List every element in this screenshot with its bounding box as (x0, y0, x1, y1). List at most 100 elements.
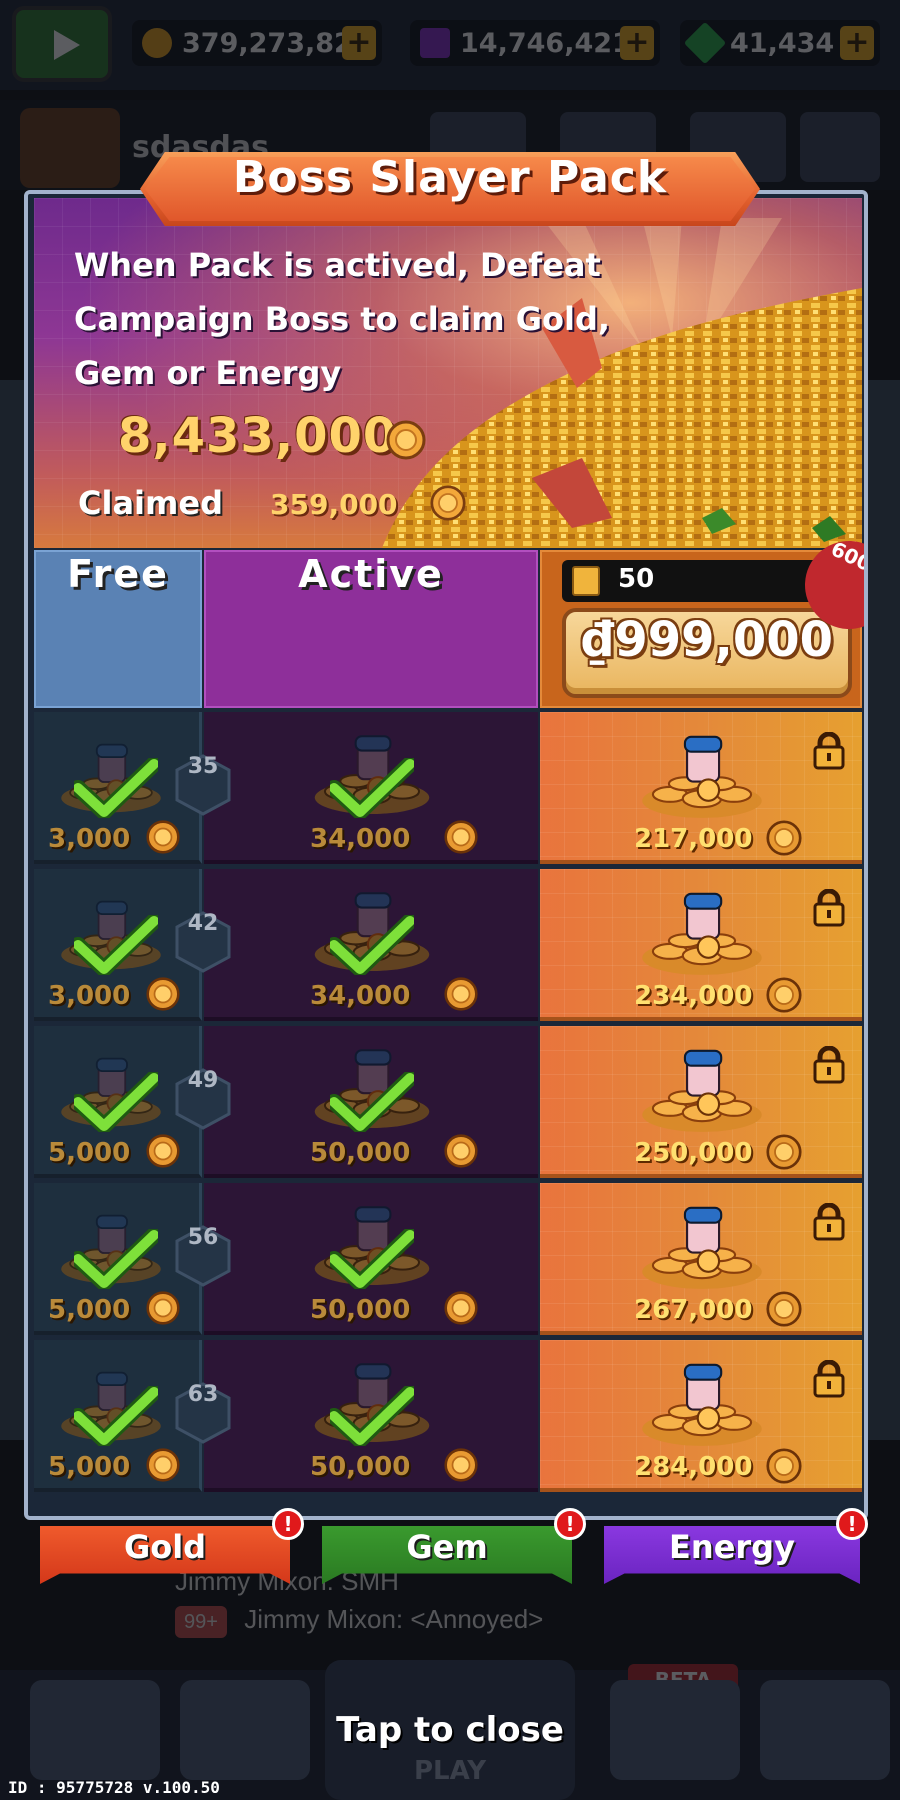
title-ribbon: Boss Slayer Pack (140, 152, 760, 226)
gold-coin-icon (146, 1448, 180, 1486)
check-icon (70, 1227, 162, 1293)
check-icon (326, 913, 418, 979)
table-row: 5,000 49 50,000 250,000 (34, 1026, 862, 1178)
tab-energy-label: Energy (669, 1528, 795, 1566)
gold-coin-icon (146, 1134, 180, 1172)
total-gold-amount: 8,433,000 (118, 408, 398, 464)
active-reward-cell[interactable]: 50,000 (204, 1183, 538, 1335)
check-icon (70, 756, 162, 822)
boss-level: 35 (187, 754, 219, 779)
free-reward-amount: 3,000 (48, 981, 131, 1011)
gold-coin-icon (766, 820, 802, 860)
active-reward-cell[interactable]: 50,000 (204, 1026, 538, 1178)
gold-coin-icon (444, 1291, 478, 1329)
gold-coin-icon (766, 977, 802, 1017)
free-reward-amount: 5,000 (48, 1452, 131, 1482)
free-reward-amount: 3,000 (48, 824, 131, 854)
check-icon (70, 913, 162, 979)
gold-coin-icon (430, 485, 466, 521)
lock-icon (812, 1045, 846, 1084)
build-id: ID : 95775728 v.100.50 (8, 1778, 220, 1797)
boss-level: 56 (187, 1225, 219, 1250)
table-row: 3,000 42 34,000 234,000 (34, 869, 862, 1021)
tab-gem[interactable]: Gem ! (322, 1508, 586, 1584)
check-icon (70, 1070, 162, 1136)
gem-icon (683, 21, 727, 65)
gold-coin-icon (146, 977, 180, 1015)
play-label: PLAY (413, 1756, 487, 1786)
gem-resource: 41,434 + (680, 20, 880, 66)
lock-icon (812, 1359, 846, 1398)
purchase-header: 50 ₫999,000 600% (540, 533, 864, 708)
claimed-value: 359,000 (270, 488, 398, 521)
gold-pile-icon (638, 1352, 766, 1452)
alert-icon: ! (554, 1508, 586, 1540)
premium-reward-cell[interactable]: 250,000 (540, 1026, 862, 1178)
premium-reward-cell[interactable]: 217,000 (540, 712, 862, 864)
ticket-resource: 14,746,421 + (410, 20, 660, 66)
add-ticket-button[interactable]: + (620, 26, 654, 60)
chat-message: Jimmy Mixon: <Annoyed> (244, 1604, 544, 1634)
gold-coin-icon (444, 977, 478, 1015)
boss-level: 42 (187, 911, 219, 936)
active-reward-amount: 34,000 (310, 981, 411, 1011)
gold-coin-icon (146, 1291, 180, 1329)
add-gem-button[interactable]: + (840, 26, 874, 60)
table-row: 5,000 63 50,000 284,000 (34, 1340, 862, 1492)
pack-title: Boss Slayer Pack (232, 152, 668, 203)
table-row: 3,000 35 34,000 217,000 (34, 712, 862, 864)
tab-gold[interactable]: Gold ! (40, 1508, 304, 1584)
gold-pile-icon (638, 1195, 766, 1295)
tab-gold-label: Gold (123, 1528, 207, 1566)
active-reward-cell[interactable]: 34,000 (204, 869, 538, 1021)
active-reward-amount: 50,000 (310, 1295, 411, 1325)
gem-value: 41,434 (730, 27, 835, 59)
chat-line[interactable]: 99+ Jimmy Mixon: <Annoyed> (175, 1604, 695, 1644)
gold-coin-icon (766, 1448, 802, 1488)
avatar[interactable] (20, 108, 120, 188)
gold-coin-icon (142, 28, 172, 58)
gold-coin-icon (766, 1291, 802, 1331)
lock-icon (812, 888, 846, 927)
free-reward-amount: 5,000 (48, 1138, 131, 1168)
premium-reward-cell[interactable]: 284,000 (540, 1340, 862, 1492)
premium-reward-cell[interactable]: 234,000 (540, 869, 862, 1021)
premium-reward-amount: 267,000 (634, 1295, 753, 1325)
active-reward-amount: 34,000 (310, 824, 411, 854)
tap-to-close[interactable]: Tap to close (0, 1710, 900, 1750)
lock-icon (812, 1202, 846, 1241)
menu-icon[interactable] (800, 112, 880, 182)
reward-rows[interactable]: 3,000 35 34,000 217,000 3,000 42 34,000 … (34, 712, 862, 1512)
alert-icon: ! (272, 1508, 304, 1540)
check-icon (326, 1227, 418, 1293)
premium-reward-amount: 250,000 (634, 1138, 753, 1168)
lock-icon (812, 731, 846, 770)
price-label: ₫999,000 (580, 612, 834, 668)
premium-reward-amount: 284,000 (634, 1452, 753, 1482)
ticket-value: 14,746,421 (460, 27, 631, 59)
active-track-header: Active (204, 550, 538, 708)
buy-pack-button[interactable]: ₫999,000 (562, 608, 852, 698)
ticket-icon (420, 28, 450, 58)
gold-coin-icon (386, 420, 426, 460)
free-label: Free (67, 552, 169, 596)
active-reward-cell[interactable]: 50,000 (204, 1340, 538, 1492)
premium-reward-cell[interactable]: 267,000 (540, 1183, 862, 1335)
gold-coin-icon (766, 1134, 802, 1174)
boss-level: 49 (187, 1068, 219, 1093)
gold-coin-icon (444, 1134, 478, 1172)
add-gold-button[interactable]: + (342, 26, 376, 60)
gold-coin-icon (444, 820, 478, 858)
chat-unread-count: 99+ (175, 1606, 227, 1638)
watch-video-button[interactable] (12, 6, 112, 82)
active-label: Active (298, 552, 444, 596)
check-icon (70, 1384, 162, 1450)
tab-gem-label: Gem (406, 1528, 488, 1566)
active-reward-cell[interactable]: 34,000 (204, 712, 538, 864)
check-icon (326, 1070, 418, 1136)
free-reward-amount: 5,000 (48, 1295, 131, 1325)
active-reward-amount: 50,000 (310, 1138, 411, 1168)
alert-icon: ! (836, 1508, 868, 1540)
tab-energy[interactable]: Energy ! (604, 1508, 868, 1584)
boss-slayer-pack-panel: When Pack is actived, Defeat Campaign Bo… (24, 190, 868, 1520)
